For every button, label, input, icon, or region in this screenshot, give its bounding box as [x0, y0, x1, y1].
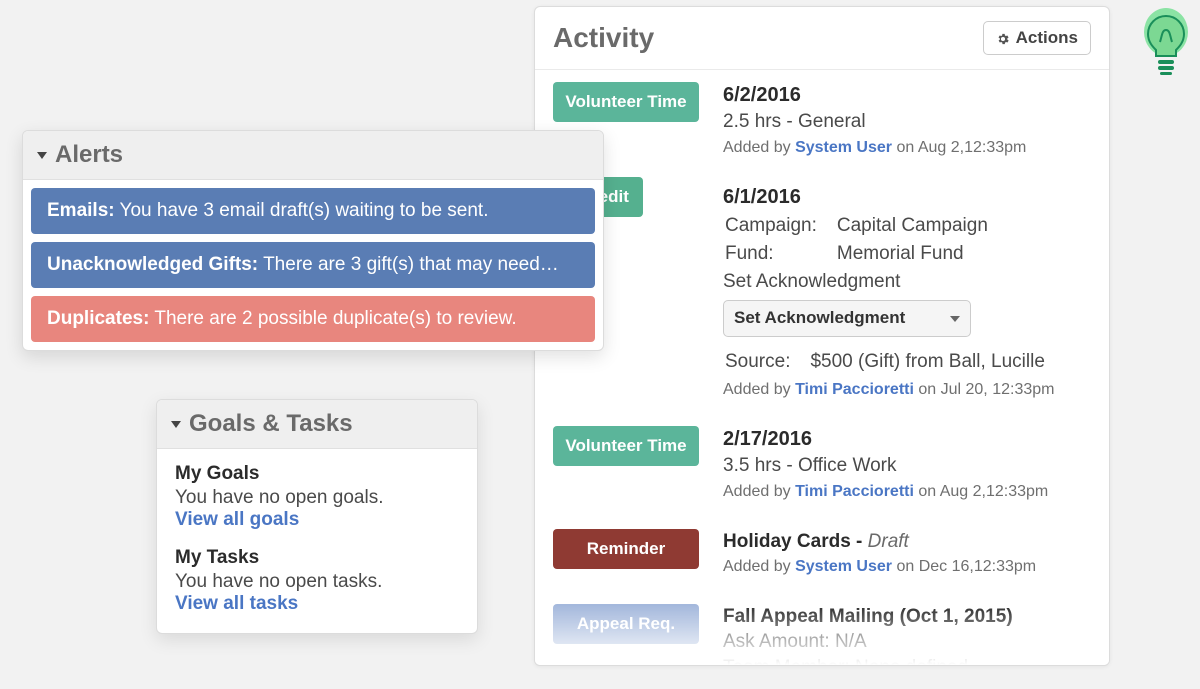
activity-entry: 6/1/2016 Campaign:Capital Campaign Fund:…	[723, 184, 1091, 400]
goals-tasks-panel: Goals & Tasks My Goals You have no open …	[156, 399, 478, 634]
goals-body: My Goals You have no open goals. View al…	[157, 449, 477, 633]
entry-date: 6/2/2016	[723, 82, 1091, 109]
user-link[interactable]: Timi Paccioretti	[795, 483, 914, 500]
chevron-down-icon	[950, 316, 960, 322]
alert-unacknowledged-gifts[interactable]: Unacknowledged Gifts: There are 3 gift(s…	[31, 242, 595, 288]
goals-title: Goals & Tasks	[189, 410, 353, 438]
entry-line: 2.5 hrs - General	[723, 109, 1091, 135]
entry-source: Source: $500 (Gift) from Ball, Lucille	[723, 347, 1091, 377]
activity-title: Activity	[553, 22, 654, 54]
badge-reminder[interactable]: Reminder	[553, 529, 699, 569]
no-goals-text: You have no open goals.	[175, 487, 459, 509]
user-link[interactable]: System User	[795, 558, 892, 575]
actions-label: Actions	[1016, 28, 1078, 48]
badge-appeal-req[interactable]: Appeal Req.	[553, 604, 699, 644]
entry-line: 3.5 hrs - Office Work	[723, 453, 1091, 479]
no-tasks-text: You have no open tasks.	[175, 571, 459, 593]
activity-item: Reminder Holiday Cards - Draft Added by …	[553, 529, 1091, 578]
alert-duplicates[interactable]: Duplicates: There are 2 possible duplica…	[31, 296, 595, 342]
entry-meta: Added by Timi Paccioretti on Jul 20, 12:…	[723, 379, 1091, 401]
entry-date: 2/17/2016	[723, 426, 1091, 453]
activity-panel: Activity Actions Soft Credit Volunteer T…	[534, 6, 1110, 666]
activity-entry: 2/17/2016 3.5 hrs - Office Work Added by…	[723, 426, 1091, 502]
my-tasks-section: My Tasks You have no open tasks. View al…	[175, 547, 459, 615]
view-all-goals-link[interactable]: View all goals	[175, 509, 459, 531]
entry-title: Holiday Cards - Draft	[723, 529, 1091, 555]
badge-volunteer-time[interactable]: Volunteer Time	[553, 426, 699, 466]
my-goals-section: My Goals You have no open goals. View al…	[175, 463, 459, 531]
entry-meta: Added by Timi Paccioretti on Aug 2,12:33…	[723, 481, 1091, 503]
activity-entry: Holiday Cards - Draft Added by System Us…	[723, 529, 1091, 578]
user-link[interactable]: Timi Paccioretti	[795, 381, 914, 398]
actions-button[interactable]: Actions	[983, 21, 1091, 55]
view-all-tasks-link[interactable]: View all tasks	[175, 593, 459, 615]
activity-item: Appeal Req. Fall Appeal Mailing (Oct 1, …	[553, 604, 1091, 666]
alerts-body: Emails: You have 3 email draft(s) waitin…	[23, 180, 603, 350]
alerts-title: Alerts	[55, 141, 123, 169]
alerts-panel: Alerts Emails: You have 3 email draft(s)…	[22, 130, 604, 351]
chevron-down-icon	[171, 421, 181, 428]
activity-header: Activity Actions	[535, 7, 1109, 70]
entry-meta: Added by System User on Aug 2,12:33pm	[723, 137, 1091, 159]
activity-body: Volunteer Time 6/2/2016 2.5 hrs - Genera…	[535, 70, 1109, 666]
entry-ask: Ask Amount: N/A	[723, 629, 1091, 655]
my-goals-heading: My Goals	[175, 463, 459, 485]
set-acknowledgment-select[interactable]: Set Acknowledgment	[723, 300, 971, 337]
gear-icon	[996, 31, 1010, 45]
activity-item: Volunteer Time 2/17/2016 3.5 hrs - Offic…	[553, 426, 1091, 502]
entry-title: Fall Appeal Mailing (Oct 1, 2015)	[723, 604, 1091, 630]
alert-emails[interactable]: Emails: You have 3 email draft(s) waitin…	[31, 188, 595, 234]
badge-volunteer-time[interactable]: Volunteer Time	[553, 82, 699, 122]
chevron-down-icon	[37, 152, 47, 159]
activity-entry: 6/2/2016 2.5 hrs - General Added by Syst…	[723, 82, 1091, 158]
entry-date: 6/1/2016	[723, 184, 1091, 211]
entry-kv: Campaign:Capital Campaign Fund:Memorial …	[723, 211, 998, 268]
set-ack-text: Set Acknowledgment	[723, 269, 1091, 295]
user-link[interactable]: System User	[795, 139, 892, 156]
activity-item: Volunteer Time 6/2/2016 2.5 hrs - Genera…	[553, 82, 1091, 158]
my-tasks-heading: My Tasks	[175, 547, 459, 569]
lightbulb-icon	[1138, 6, 1194, 78]
alerts-header[interactable]: Alerts	[23, 131, 603, 180]
goals-header[interactable]: Goals & Tasks	[157, 400, 477, 449]
entry-meta: Added by System User on Dec 16,12:33pm	[723, 556, 1091, 578]
entry-team: Team Member: None defined	[723, 655, 1091, 666]
activity-entry: Fall Appeal Mailing (Oct 1, 2015) Ask Am…	[723, 604, 1091, 666]
